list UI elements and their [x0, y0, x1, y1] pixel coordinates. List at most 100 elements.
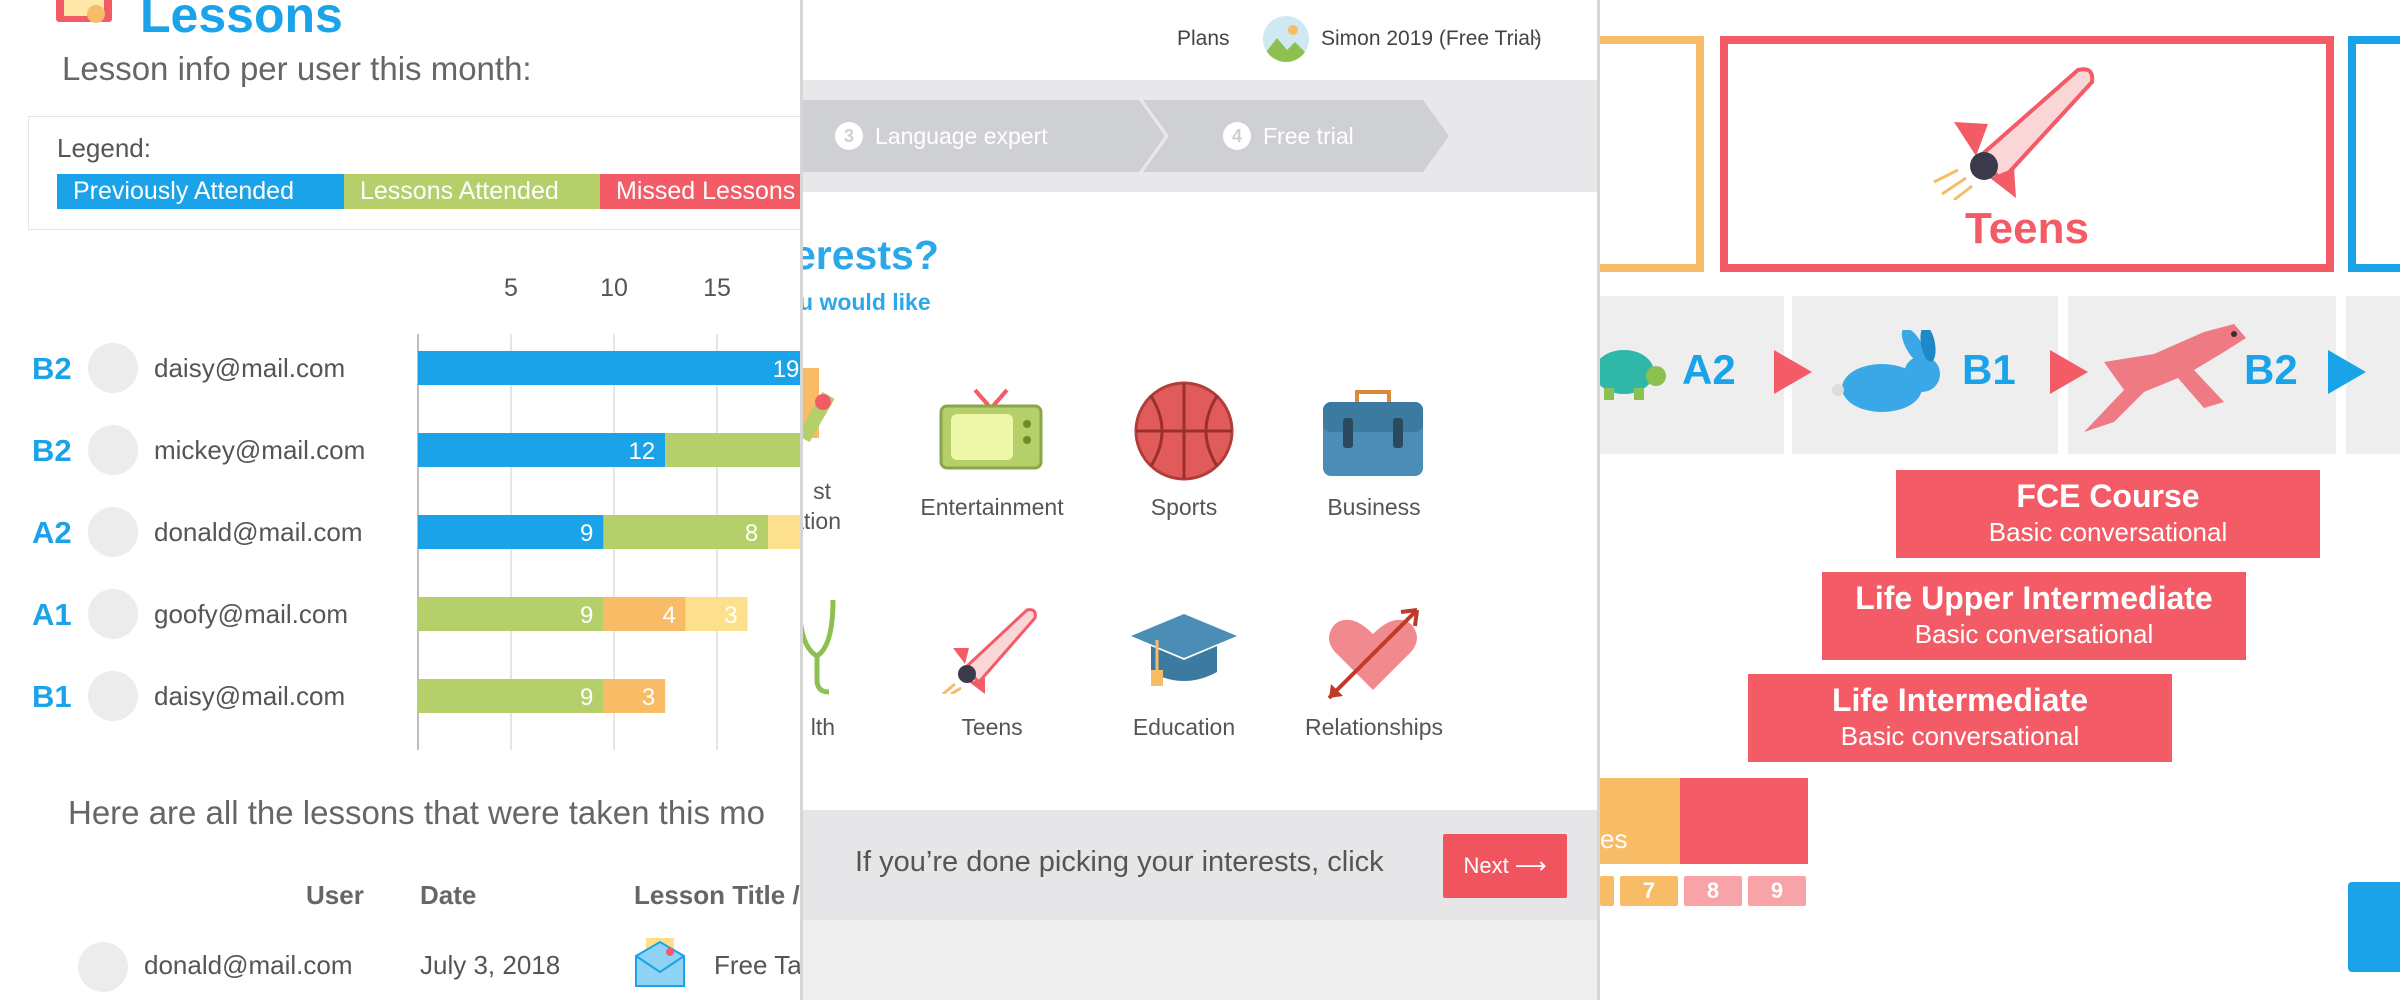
topic-label: Entertainment: [920, 494, 1064, 520]
category-card[interactable]: [2348, 36, 2400, 272]
heart-arrow-icon: [1327, 608, 1419, 700]
col-header-date[interactable]: Date: [420, 880, 476, 911]
rocket-icon: [942, 608, 1037, 694]
bar-segment: [418, 351, 800, 385]
rocket-icon: [1933, 67, 2095, 200]
level-label-a2: A2: [1682, 346, 1736, 393]
number-chip-9[interactable]: 9: [1748, 876, 1806, 906]
number-chip[interactable]: [1600, 876, 1614, 906]
course-life-intermediate[interactable]: Life Intermediate Basic conversational: [1748, 674, 2172, 762]
bar-segment: [418, 679, 604, 713]
all-lessons-heading: Here are all the lessons that were taken…: [68, 794, 766, 831]
lessons-panel: Lessons Lesson info per user this month:…: [0, 0, 800, 1000]
courses-panel: Teens A2 B1 B2 FCE Course Basic conversa…: [1600, 0, 2400, 1000]
bar-segment: [665, 433, 800, 467]
lesson-info-subtitle: Lesson info per user this month:: [62, 50, 532, 87]
basketball-icon: [1134, 381, 1234, 481]
user-email: donald@mail.com: [154, 517, 362, 547]
step-label: Free trial: [1263, 123, 1354, 149]
interests-subheading: u would like: [800, 289, 931, 315]
bar-segment: [418, 597, 604, 631]
bar-value-label: 4: [662, 602, 675, 629]
course-title: Life Intermediate: [1831, 682, 2089, 718]
course-life-upper-intermediate[interactable]: Life Upper Intermediate Basic conversati…: [1822, 572, 2246, 660]
course-fce[interactable]: FCE Course Basic conversational: [1896, 470, 2320, 558]
bar-segment: [685, 597, 748, 631]
topic-label: Sports: [1150, 494, 1218, 520]
step-number: 3: [835, 122, 863, 150]
user-email: mickey@mail.com: [154, 435, 365, 465]
plans-link[interactable]: Plans: [1177, 27, 1230, 51]
topic-label: lth: [810, 714, 835, 740]
bar-segment: [768, 515, 800, 549]
category-card[interactable]: [1600, 36, 1704, 272]
level-badge: B2: [32, 351, 72, 386]
topic-label: st: [813, 478, 831, 504]
topic-label-line2: ration: [803, 508, 841, 534]
number-chip-8[interactable]: 8: [1684, 876, 1742, 906]
arrow-right-icon: [1774, 350, 1812, 394]
bar-value-label: 8: [745, 520, 758, 547]
level-label-b1: B1: [1962, 346, 2016, 393]
x-tick-label: 15: [703, 274, 731, 302]
briefcase-icon: [1323, 390, 1423, 476]
col-header-user[interactable]: User: [306, 880, 364, 911]
topic-label: Teens: [961, 714, 1023, 740]
avatar: [88, 425, 138, 475]
user-email: daisy@mail.com: [154, 681, 345, 711]
bar-value-label: 9: [580, 602, 593, 629]
arrow-right-icon: [2328, 350, 2366, 394]
bar-value-label: 19: [773, 356, 800, 383]
bar-segment: [418, 515, 604, 549]
step-label: Language expert: [875, 123, 1048, 149]
side-tab[interactable]: [2348, 882, 2400, 972]
level-label-b2: B2: [2244, 346, 2298, 393]
footer-text: If you’re done picking your interests, c…: [855, 846, 1384, 878]
landscape-avatar-icon: [1263, 16, 1309, 62]
level-badge: B1: [32, 679, 72, 714]
level-badge: A2: [32, 515, 72, 550]
envelope-icon: [635, 938, 685, 987]
step-language-expert[interactable]: 3 Language expert: [803, 100, 1165, 172]
legend: Legend: Previously Attended Lessons Atte…: [28, 116, 800, 230]
level-badge: B2: [32, 433, 72, 468]
progress-segment: [1680, 778, 1808, 864]
topic-label: Business: [1327, 494, 1421, 520]
user-menu[interactable]: Simon 2019 (Free Trial): [1321, 27, 1542, 51]
avatar: [78, 942, 128, 992]
tv-icon: [939, 388, 1043, 470]
next-button[interactable]: Next ⟶: [1443, 834, 1567, 898]
col-header-lesson-title[interactable]: Lesson Title /: [634, 880, 800, 911]
row-lesson-title: Free Ta: [714, 950, 800, 980]
avatar: [88, 343, 138, 393]
bar-segment: [603, 515, 769, 549]
chevron-down-icon[interactable]: ⌄: [1529, 24, 1544, 45]
topic-label: Relationships: [1304, 714, 1444, 740]
course-title: Life Upper Intermediate: [1855, 580, 2213, 616]
pencil-icon: [803, 368, 835, 443]
user-email: goofy@mail.com: [154, 599, 348, 629]
level-badge: A1: [32, 597, 72, 632]
user-avatar[interactable]: [1263, 16, 1309, 62]
topic-label: Education: [1132, 714, 1236, 740]
card-label: Teens: [1965, 204, 2089, 253]
graduation-cap-icon: [1131, 614, 1237, 686]
category-card-teens[interactable]: Teens: [1720, 36, 2334, 272]
user-email: daisy@mail.com: [154, 353, 345, 383]
legend-lessons-attended: Lessons Attended: [344, 174, 600, 209]
number-chip-7[interactable]: 7: [1620, 876, 1678, 906]
stethoscope-icon: [803, 599, 836, 695]
bar-value-label: 9: [580, 684, 593, 711]
legend-missed-lessons: Missed Lessons: [600, 174, 800, 209]
course-subtitle: Basic conversational: [1914, 619, 2154, 649]
progress-segment: es: [1600, 778, 1680, 864]
bar-value-label: 3: [724, 602, 737, 629]
interests-heading: erests?: [800, 232, 939, 278]
step-number: 4: [1223, 122, 1251, 150]
x-tick-label: 10: [600, 274, 628, 302]
course-title: FCE Course: [2016, 478, 2200, 514]
page-title: Lessons: [140, 0, 343, 43]
step-free-trial[interactable]: 4 Free trial: [1143, 100, 1449, 172]
interests-modal: Plans Simon 2019 (Free Trial) ⌄ 3 Languag…: [800, 0, 1600, 1000]
bar-value-label: 9: [580, 520, 593, 547]
